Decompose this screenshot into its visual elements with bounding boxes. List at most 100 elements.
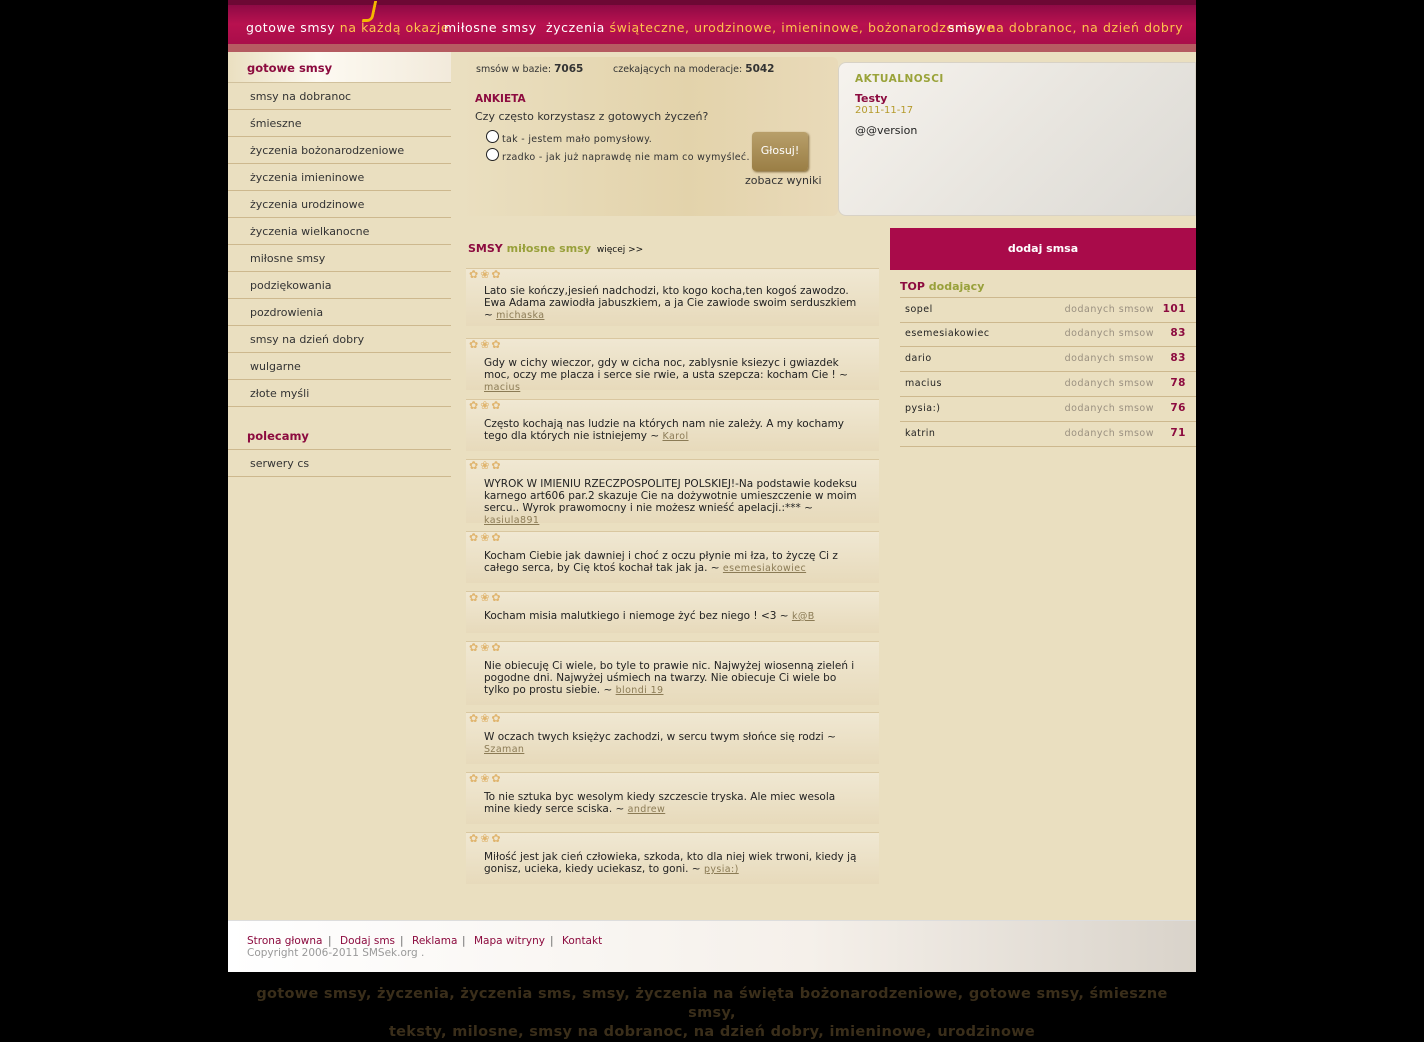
sidebar-header: gotowe smsy — [228, 52, 451, 83]
footer-link-sitemap[interactable]: Mapa witryny — [474, 935, 545, 947]
message-text: Gdy w cichy wieczor, gdy w cicha noc, za… — [484, 357, 848, 393]
sms-message: ✿❀✿ Miłość jest jak cień człowieka, szkod… — [466, 832, 879, 884]
vote-button[interactable]: Głosuj! — [752, 132, 808, 171]
sidebar-item[interactable]: smsy na dzień dobry — [228, 326, 451, 353]
top-user-name[interactable]: sopel — [905, 304, 933, 315]
sms-message: ✿❀✿ Często kochają nas ludzie na których … — [466, 399, 879, 451]
copyright: Copyright 2006-2011 SMSek.org . — [247, 947, 425, 959]
message-text: Kocham misia malutkiego i niemoge żyć be… — [484, 610, 815, 622]
message-author-link[interactable]: k@B — [792, 611, 815, 622]
sms-message: ✿❀✿ Gdy w cichy wieczor, gdy w cicha noc,… — [466, 338, 879, 393]
top-row: katrin dodanych smsow 71 — [900, 422, 1196, 447]
top-user-count: 83 — [1170, 327, 1186, 339]
footer-separator: | — [328, 935, 332, 947]
top-user-name[interactable]: dario — [905, 353, 932, 364]
nav-label: gotowe smsy — [246, 20, 336, 35]
sidebar-item[interactable]: pozdrowienia — [228, 299, 451, 326]
news-panel — [838, 62, 1196, 216]
top-user-name[interactable]: macius — [905, 378, 942, 389]
stat-in-base: smsów w bazie: 7065 — [476, 63, 584, 75]
message-author-link[interactable]: Szaman — [484, 744, 524, 755]
message-author-link[interactable]: Karol — [662, 431, 688, 442]
top-navigation: gotowe smsy na każdą okazje miłosne smsy… — [228, 0, 1196, 52]
sidebar-item[interactable]: złote myśli — [228, 380, 451, 407]
message-text: W oczach twych księżyc zachodzi, w sercu… — [484, 731, 836, 755]
tagline-line-1: gotowe smsy, życzenia, życzenia sms, sms… — [256, 986, 1168, 1021]
top-row: dario dodanych smsow 83 — [900, 347, 1196, 372]
top-user-name[interactable]: katrin — [905, 428, 935, 439]
message-divider — [466, 832, 879, 836]
footer-link-contact[interactable]: Kontakt — [562, 935, 602, 947]
top-row-label: dodanych smsow — [1064, 328, 1154, 339]
message-text: Kocham Ciebie jak dawniej i choć z oczu … — [484, 550, 838, 574]
poll-option-1-label: tak - jestem mało pomysłowy. — [502, 134, 653, 145]
top-row: esemesiakowiec dodanych smsow 83 — [900, 322, 1196, 347]
flower-decoration-icon: ✿❀✿ — [469, 531, 503, 544]
sms-message: ✿❀✿ WYROK W IMIENIU RZECZPOSPOLITEJ POLSK… — [466, 459, 879, 526]
news-item-title[interactable]: Testy — [855, 92, 887, 105]
top-row-label: dodanych smsow — [1064, 403, 1154, 414]
flower-decoration-icon: ✿❀✿ — [469, 338, 503, 351]
footer-separator: | — [550, 935, 554, 947]
top-row-label: dodanych smsow — [1064, 304, 1154, 315]
message-author-link[interactable]: pysia:) — [704, 864, 739, 875]
top-user-name[interactable]: esemesiakowiec — [905, 328, 990, 339]
top-row: pysia:) dodanych smsow 76 — [900, 397, 1196, 422]
top-user-count: 83 — [1170, 352, 1186, 364]
sms-message: ✿❀✿ W oczach twych księżyc zachodzi, w se… — [466, 712, 879, 764]
poll-title: ANKIETA — [475, 93, 526, 105]
poll-question: Czy często korzystasz z gotowych życzeń? — [475, 110, 709, 123]
poll-option-2-radio[interactable] — [486, 148, 499, 161]
sidebar-item[interactable]: smsy na dobranoc — [228, 83, 451, 110]
nav-milosne-smsy[interactable]: miłosne smsy — [444, 20, 537, 35]
message-author-link[interactable]: michaska — [496, 310, 544, 321]
top-user-count: 78 — [1170, 377, 1186, 389]
sidebar-list: smsy na dobranoc śmieszne życzenia bożonar… — [228, 83, 451, 407]
news-title: AKTUALNOSCI — [855, 73, 944, 85]
sidebar-title: gotowe smsy — [247, 61, 333, 75]
sms-message: ✿❀✿ Kocham Ciebie jak dawniej i choć z oc… — [466, 531, 879, 583]
sidebar-item[interactable]: życzenia imieninowe — [228, 164, 451, 191]
poll-results-link[interactable]: zobacz wyniki — [745, 174, 822, 187]
logo-hook-icon — [361, 1, 378, 22]
nav-smsy-dobranoc[interactable]: smsy na dobranoc, na dzień dobry — [948, 20, 1183, 35]
nav-gotowe-smsy[interactable]: gotowe smsy na każdą okazje — [246, 20, 449, 35]
top-user-count: 76 — [1170, 402, 1186, 414]
poll-option-1-radio[interactable] — [486, 130, 499, 143]
sidebar-item[interactable]: miłosne smsy — [228, 245, 451, 272]
footer-link-ads[interactable]: Reklama — [412, 935, 457, 947]
sidebar-item[interactable]: podziękowania — [228, 272, 451, 299]
seo-tagline: gotowe smsy, życzenia, życzenia sms, sms… — [248, 985, 1176, 1042]
nav-bottom-strip — [228, 44, 1196, 52]
flower-decoration-icon: ✿❀✿ — [469, 641, 503, 654]
sidebar-item[interactable]: wulgarne — [228, 353, 451, 380]
top-user-name[interactable]: pysia:) — [905, 403, 940, 414]
footer-link-home[interactable]: Strona głowna — [247, 935, 322, 947]
message-author-link[interactable]: blondi 19 — [616, 685, 664, 696]
sidebar-item[interactable]: życzenia bożonarodzeniowe — [228, 137, 451, 164]
message-author-link[interactable]: kasiula891 — [484, 515, 539, 526]
sidebar-item[interactable]: życzenia wielkanocne — [228, 218, 451, 245]
nav-sublabel: na dobranoc, na dzień dobry — [987, 20, 1184, 35]
sidebar-item-serwery-cs[interactable]: serwery cs — [228, 450, 451, 477]
more-link[interactable]: więcej >> — [597, 245, 643, 255]
add-sms-button[interactable]: dodaj smsa — [890, 228, 1196, 270]
nav-zyczenia[interactable]: życzenia świąteczne, urodzinowe, imienin… — [546, 20, 995, 35]
footer-link-add-sms[interactable]: Dodaj sms — [340, 935, 395, 947]
top-row: macius dodanych smsow 78 — [900, 372, 1196, 397]
top-row: sopel dodanych smsow 101 — [900, 297, 1196, 323]
message-author-link[interactable]: esemesiakowiec — [723, 563, 806, 574]
flower-decoration-icon: ✿❀✿ — [469, 459, 503, 472]
flower-decoration-icon: ✿❀✿ — [469, 399, 503, 412]
message-author-link[interactable]: andrew — [628, 804, 666, 815]
flower-decoration-icon: ✿❀✿ — [469, 591, 503, 604]
sidebar-item[interactable]: śmieszne — [228, 110, 451, 137]
top-row-label: dodanych smsow — [1064, 378, 1154, 389]
nav-label: miłosne smsy — [444, 20, 537, 35]
message-divider — [466, 641, 879, 645]
message-text: To nie sztuka byc wesolym kiedy szczesci… — [484, 791, 836, 815]
tagline-line-2: teksty, milosne, smsy na dobranoc, na dz… — [388, 1024, 1036, 1040]
sidebar-item[interactable]: życzenia urodzinowe — [228, 191, 451, 218]
flower-decoration-icon: ✿❀✿ — [469, 268, 503, 281]
message-author-link[interactable]: macius — [484, 382, 520, 393]
